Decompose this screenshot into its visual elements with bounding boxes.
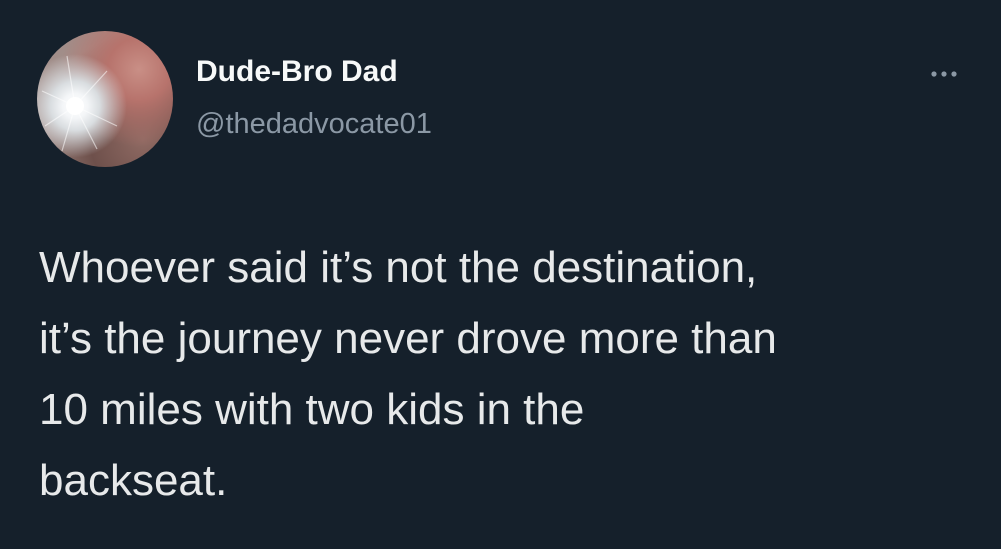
tweet-text: Whoever said it’s not the destination, i… (39, 243, 777, 505)
tweet-card: Dude-Bro Dad @thedadvocate01 Whoever sai… (0, 0, 1001, 549)
avatar-image (41, 55, 118, 152)
more-horizontal-icon (931, 71, 957, 77)
avatar[interactable] (37, 31, 173, 167)
more-options-icon[interactable] (924, 64, 964, 84)
author-handle[interactable]: @thedadvocate01 (196, 108, 432, 141)
author-display-name[interactable]: Dude-Bro Dad (196, 55, 398, 89)
